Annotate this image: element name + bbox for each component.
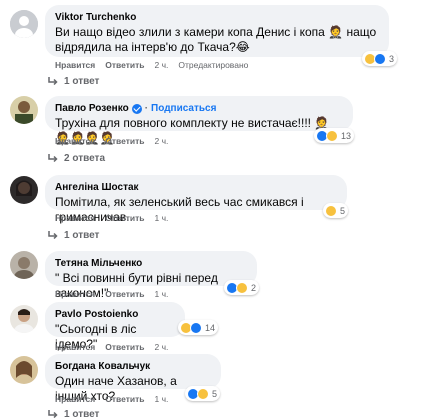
edited-label: Отредактировано	[178, 60, 249, 70]
reply-arrow-icon	[48, 231, 58, 240]
like-link[interactable]: Нравится	[55, 136, 95, 146]
comment-author[interactable]: Viktor Turchenko	[55, 11, 379, 24]
comment-bubble: Павло Розенко · Подписаться Трухіна для …	[45, 96, 353, 145]
reply-arrow-icon	[48, 77, 58, 86]
avatar[interactable]	[10, 251, 38, 279]
haha-icon	[326, 129, 338, 142]
comment-bubble: Pavlo Postoienko "Сьогодні в ліс ідемо?"	[45, 302, 185, 351]
comment-author[interactable]: Богдана Ковальчук	[55, 360, 211, 373]
like-link[interactable]: Нравится	[55, 394, 95, 404]
view-replies[interactable]: 1 ответ	[48, 230, 99, 241]
comment-meta: Нравится Ответить 1 ч.	[55, 394, 168, 404]
avatar[interactable]	[10, 356, 38, 384]
comment-bubble: Тетяна Мільченко " Всі повинні бути рівн…	[45, 251, 257, 300]
like-link[interactable]: Нравится	[55, 342, 95, 352]
haha-icon	[325, 204, 337, 217]
subscribe-link[interactable]: Подписаться	[151, 102, 216, 115]
avatar[interactable]	[10, 305, 38, 333]
view-replies[interactable]: 1 ответ	[48, 76, 99, 87]
view-replies[interactable]: 1 ответ	[48, 409, 99, 420]
reply-arrow-icon	[48, 410, 58, 419]
timestamp[interactable]: 2 ч.	[155, 136, 169, 146]
like-link[interactable]: Нравится	[55, 289, 95, 299]
comment-bubble: Ангеліна Шостак Помітила, як зеленський …	[45, 175, 347, 224]
timestamp[interactable]: 1 ч.	[155, 394, 169, 404]
view-replies[interactable]: 2 ответа	[48, 153, 105, 164]
like-icon	[374, 52, 386, 65]
reply-link[interactable]: Ответить	[105, 394, 144, 404]
timestamp[interactable]: 2 ч.	[155, 60, 169, 70]
like-icon	[190, 321, 202, 334]
like-link[interactable]: Нравится	[55, 60, 95, 70]
comment-bubble: Viktor Turchenko Ви нащо відео злили з к…	[45, 5, 389, 57]
reactions-badge[interactable]: 5	[323, 203, 349, 218]
timestamp[interactable]: 2 ч.	[155, 342, 169, 352]
reactions-badge[interactable]: 13	[314, 128, 355, 143]
avatar[interactable]	[10, 10, 38, 38]
avatar[interactable]	[10, 96, 38, 124]
comment-text: Ви нащо відео злили з камери копа Денис …	[55, 25, 377, 54]
timestamp[interactable]: 1 ч.	[155, 213, 169, 223]
comment-meta: Нравится Ответить 1 ч.	[55, 289, 168, 299]
haha-icon	[236, 281, 248, 294]
reply-arrow-icon	[48, 154, 58, 163]
reply-link[interactable]: Ответить	[105, 60, 144, 70]
like-link[interactable]: Нравится	[55, 213, 95, 223]
comment-meta: Нравится Ответить 2 ч. Отредактировано	[55, 60, 248, 70]
reply-link[interactable]: Ответить	[105, 136, 144, 146]
comment-meta: Нравится Ответить 2 ч.	[55, 342, 168, 352]
timestamp[interactable]: 1 ч.	[155, 289, 169, 299]
reply-link[interactable]: Ответить	[105, 342, 144, 352]
reply-link[interactable]: Ответить	[105, 213, 144, 223]
avatar[interactable]	[10, 176, 38, 204]
reactions-badge[interactable]: 3	[362, 51, 398, 66]
reactions-badge[interactable]: 5	[185, 386, 221, 401]
comment-bubble: Богдана Ковальчук Один наче Хазанов, а і…	[45, 354, 221, 403]
comment-author[interactable]: Pavlo Postoienko	[55, 308, 175, 321]
haha-icon	[197, 387, 209, 400]
comment-author[interactable]: Ангеліна Шостак	[55, 181, 337, 194]
reply-link[interactable]: Ответить	[105, 289, 144, 299]
comment-meta: Нравится Ответить 2 ч.	[55, 136, 168, 146]
comment-author[interactable]: Тетяна Мільченко	[55, 257, 247, 270]
reactions-badge[interactable]: 14	[178, 320, 219, 335]
verified-badge-icon	[131, 103, 142, 114]
comment-author[interactable]: Павло Розенко · Подписаться	[55, 102, 343, 115]
comment-meta: Нравится Ответить 1 ч.	[55, 213, 168, 223]
reactions-badge[interactable]: 2	[224, 280, 260, 295]
